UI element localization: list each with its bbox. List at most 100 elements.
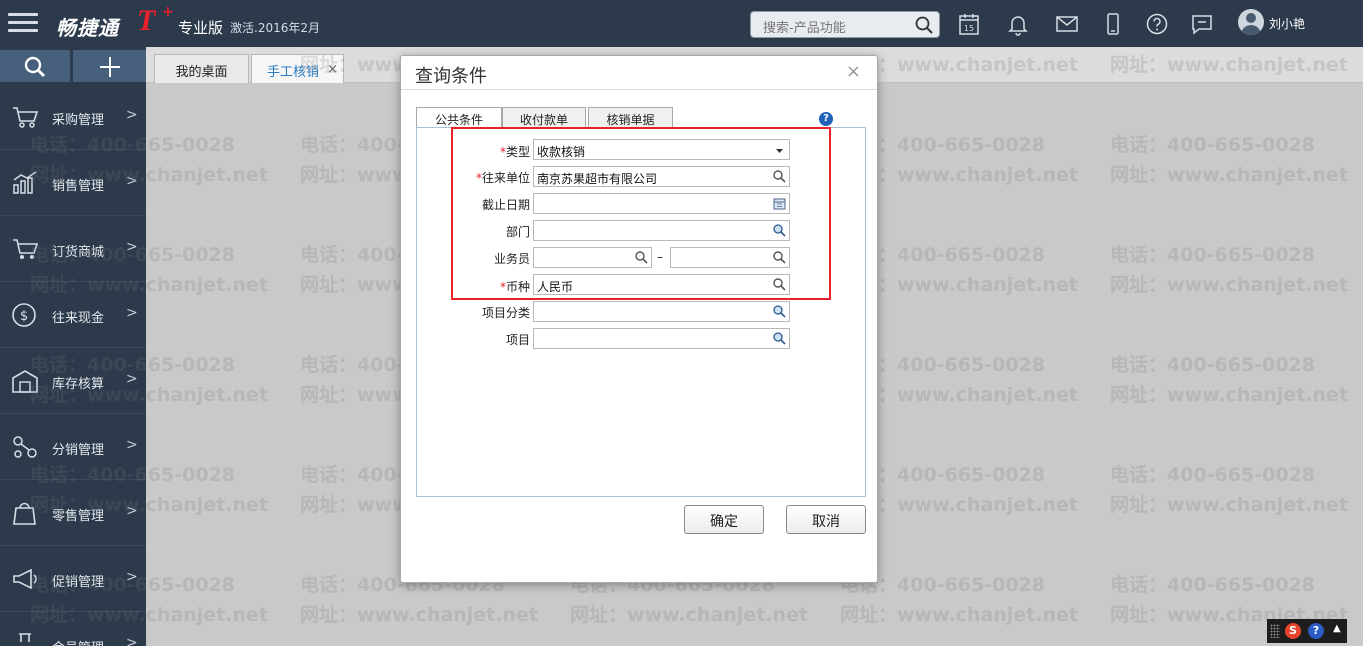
deadline-label: 截止日期 <box>410 196 530 213</box>
sidebar-item-sales[interactable]: 销售管理 > <box>0 150 146 216</box>
mail-icon[interactable] <box>1055 12 1079 36</box>
project-category-label-text: 项目分类 <box>481 306 530 320</box>
sidebar-item-label: 会员管理 <box>52 637 104 646</box>
hamburger-menu-icon[interactable] <box>8 13 38 35</box>
svg-text:$: $ <box>20 309 28 324</box>
search-icon[interactable] <box>772 169 787 184</box>
deadline-date-input[interactable] <box>533 193 790 214</box>
user-avatar[interactable] <box>1238 9 1264 35</box>
dropdown-arrow-icon[interactable] <box>772 143 787 158</box>
tab-manual-writeoff[interactable]: 手工核销 × <box>251 54 344 83</box>
search-icon[interactable] <box>634 250 649 265</box>
chevron-right-icon: > <box>126 107 138 123</box>
cancel-button[interactable]: 取消 <box>786 505 866 534</box>
sidebar-add-button[interactable] <box>73 50 146 82</box>
member-icon <box>19 633 31 642</box>
sidebar-item-distribution[interactable]: 分销管理 > <box>0 414 146 480</box>
retail-icon <box>13 502 36 525</box>
sidebar-item-label: 销售管理 <box>52 179 105 194</box>
sidebar-item-purchase[interactable]: 采购管理 > <box>0 84 146 150</box>
deadline-label-text: 截止日期 <box>481 198 530 212</box>
tab-writeoff-documents[interactable]: 核销单据 <box>588 107 673 128</box>
type-label-text: 类型 <box>505 145 530 159</box>
partner-input[interactable]: 南京苏果超市有限公司 <box>533 166 790 187</box>
help-icon[interactable]: ? <box>1308 623 1324 639</box>
search-icon[interactable] <box>915 16 933 34</box>
sidebar-tools <box>0 47 146 84</box>
salesperson-label-text: 业务员 <box>493 252 530 266</box>
edition-label: 专业版 <box>178 19 224 37</box>
project-category-input[interactable] <box>533 301 790 322</box>
bell-icon[interactable] <box>1006 12 1030 36</box>
activation-label: 激活.2016年2月 <box>230 21 320 35</box>
plus-icon <box>100 57 120 77</box>
project-label-text: 项目 <box>505 333 530 347</box>
sidebar-item-label: 分销管理 <box>52 443 105 458</box>
ok-button[interactable]: 确定 <box>684 505 764 534</box>
tab-my-desktop[interactable]: 我的桌面 <box>154 54 249 83</box>
sidebar-item-label: 订货商城 <box>52 245 105 260</box>
top-bar: 畅捷通 T + 专业版 激活.2016年2月 搜索-产品功能 15 刘小艳 <box>0 0 1363 47</box>
partner-value: 南京苏果超市有限公司 <box>537 172 658 186</box>
user-name[interactable]: 刘小艳 <box>1269 15 1305 32</box>
help-icon[interactable] <box>1145 12 1169 36</box>
dialog-divider <box>401 89 877 90</box>
dollar-icon: $ <box>12 303 36 327</box>
project-input[interactable] <box>533 328 790 349</box>
sidebar-search-button[interactable] <box>0 50 70 82</box>
sidebar-item-label: 采购管理 <box>52 113 105 128</box>
lookup-icon[interactable] <box>772 304 787 319</box>
input-method-icon[interactable]: S <box>1285 623 1301 639</box>
query-conditions-dialog: 查询条件 × 公共条件 收付款单 核销单据 ? *类型 收款核销 *往来单位 南… <box>400 55 878 583</box>
lookup-icon[interactable] <box>772 223 787 238</box>
sidebar-item-label: 零售管理 <box>52 509 105 524</box>
cart-icon <box>13 107 39 128</box>
brand-t-logo: T <box>137 4 156 37</box>
help-icon[interactable]: ? <box>819 112 833 126</box>
chevron-right-icon: > <box>126 569 138 585</box>
sidebar-item-retail[interactable]: 零售管理 > <box>0 480 146 546</box>
search-icon[interactable] <box>772 250 787 265</box>
calendar-icon[interactable]: 15 <box>957 12 981 36</box>
chevron-right-icon: > <box>126 371 138 387</box>
expand-arrow-icon[interactable]: ▲ <box>1333 623 1341 634</box>
project-label: 项目 <box>410 331 530 348</box>
mobile-icon[interactable] <box>1101 12 1125 36</box>
salesperson-to-input[interactable] <box>670 247 790 268</box>
sidebar-item-cash[interactable]: $ 往来现金 > <box>0 282 146 348</box>
shopping-cart-icon <box>13 239 39 259</box>
search-icon[interactable] <box>772 277 787 292</box>
project-category-label: 项目分类 <box>410 304 530 321</box>
form-tab-label: 公共条件 <box>434 113 483 127</box>
type-select[interactable]: 收款核销 <box>533 139 790 160</box>
brand-plus-logo: + <box>162 4 174 20</box>
salesperson-from-input[interactable] <box>533 247 652 268</box>
sidebar: 采购管理 > 销售管理 > 订货商城 > $ 往来现金 > 库存核算 > 分销管… <box>0 47 146 646</box>
lookup-icon[interactable] <box>772 331 787 346</box>
calendar-icon[interactable] <box>772 196 787 211</box>
close-icon[interactable]: × <box>846 61 861 82</box>
sidebar-item-promotion[interactable]: 促销管理 > <box>0 546 146 612</box>
sidebar-item-member[interactable]: 会员管理 > <box>0 612 146 646</box>
currency-label: *币种 <box>410 278 530 295</box>
tab-common-conditions[interactable]: 公共条件 <box>416 107 502 129</box>
global-search-input[interactable]: 搜索-产品功能 <box>750 11 940 38</box>
tab-receipts-payments[interactable]: 收付款单 <box>502 107 586 128</box>
department-input[interactable] <box>533 220 790 241</box>
chevron-right-icon: > <box>126 635 138 646</box>
tab-label: 我的桌面 <box>175 65 228 80</box>
currency-input[interactable]: 人民币 <box>533 274 790 295</box>
type-label: *类型 <box>410 143 530 160</box>
chevron-right-icon: > <box>126 437 138 453</box>
chat-icon[interactable] <box>1190 12 1214 36</box>
distribution-icon <box>13 436 37 458</box>
sidebar-item-inventory[interactable]: 库存核算 > <box>0 348 146 414</box>
currency-label-text: 币种 <box>505 280 530 294</box>
sidebar-item-label: 往来现金 <box>52 311 105 326</box>
type-value: 收款核销 <box>537 145 586 159</box>
sidebar-item-order-mall[interactable]: 订货商城 > <box>0 216 146 282</box>
calendar-day: 15 <box>964 24 974 33</box>
form-tab-label: 收付款单 <box>519 113 568 127</box>
grip-icon <box>1270 624 1280 638</box>
close-icon[interactable]: × <box>327 62 338 77</box>
